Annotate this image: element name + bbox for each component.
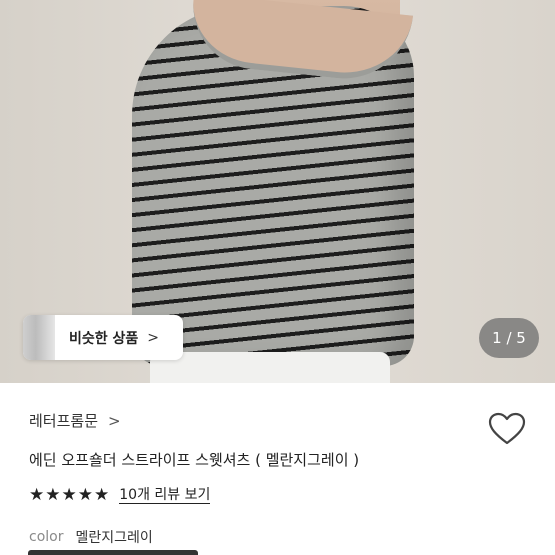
- star-filled-icon: ★: [77, 485, 93, 505]
- star-filled-icon: ★: [45, 485, 61, 505]
- white-skirt: [150, 352, 390, 383]
- product-image[interactable]: 비슷한 상품 > 1 / 5: [0, 0, 555, 383]
- color-option-row: color 멜란지그레이: [29, 527, 153, 547]
- product-title: 에딘 오프숄더 스트라이프 스웻셔츠 ( 멜란지그레이 ): [29, 451, 360, 469]
- star-filled-icon: ★: [61, 485, 77, 505]
- brand-link[interactable]: 레터프롬문 >: [29, 410, 121, 431]
- color-option-chip[interactable]: [28, 550, 198, 555]
- rating-stars: ★ ★ ★ ★ ★: [29, 486, 110, 504]
- rating-row: ★ ★ ★ ★ ★ 10개 리뷰 보기: [29, 486, 211, 504]
- color-value: 멜란지그레이: [75, 530, 153, 546]
- star-filled-icon: ★: [94, 485, 110, 505]
- color-label: color: [29, 529, 64, 545]
- similar-product-thumbnail: [23, 315, 55, 360]
- chevron-right-icon: >: [147, 329, 160, 346]
- review-link[interactable]: 10개 리뷰 보기: [119, 487, 211, 504]
- chevron-right-icon: >: [108, 411, 121, 430]
- image-page-counter: 1 / 5: [479, 318, 539, 358]
- heart-outline-icon[interactable]: [487, 412, 527, 446]
- brand-name: 레터프롬문: [29, 412, 99, 430]
- star-filled-icon: ★: [29, 485, 45, 505]
- similar-products-label: 비슷한 상품: [69, 330, 139, 347]
- similar-products-button[interactable]: 비슷한 상품 >: [23, 315, 183, 360]
